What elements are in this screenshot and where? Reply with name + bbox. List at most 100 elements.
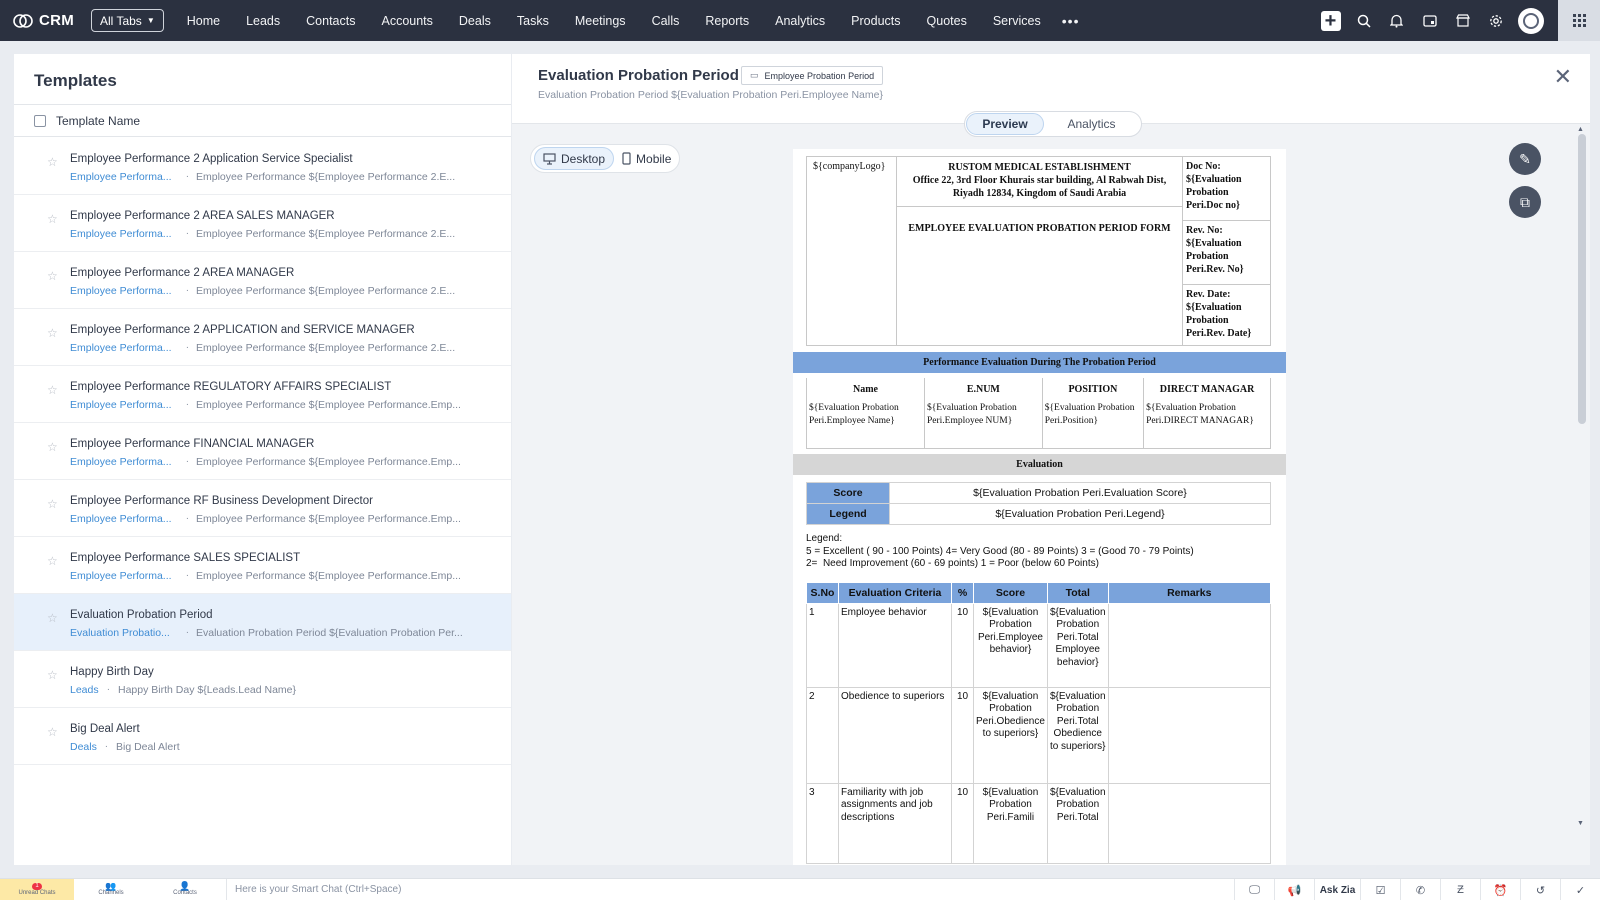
all-tabs-button[interactable]: All Tabs ▼	[91, 9, 164, 32]
calendar-button[interactable]	[1413, 0, 1446, 41]
star-icon[interactable]: ☆	[47, 326, 58, 340]
scrollbar-thumb[interactable]	[1578, 134, 1586, 424]
screen-share-button[interactable]: 🖵	[1234, 879, 1274, 900]
template-name[interactable]: Happy Birth Day	[70, 666, 154, 678]
template-document: ${companyLogo} RUSTOM MEDICAL ESTABLISHM…	[793, 149, 1286, 865]
edit-template-button[interactable]: ✎	[1509, 143, 1541, 175]
history-icon: ↺	[1535, 884, 1546, 897]
template-name[interactable]: Employee Performance 2 APPLICATION and S…	[70, 324, 415, 336]
template-name[interactable]: Employee Performance SALES SPECIALIST	[70, 552, 300, 564]
company-address: Office 22, 3rd Floor Khurais star buildi…	[912, 175, 1167, 199]
nav-quotes[interactable]: Quotes	[914, 14, 980, 28]
phone-icon: ✆	[1415, 884, 1426, 897]
star-icon[interactable]: ☆	[47, 497, 58, 511]
settings-button[interactable]	[1479, 0, 1512, 41]
status-button[interactable]: ✓	[1560, 879, 1600, 900]
mobile-label: Mobile	[636, 151, 672, 166]
template-row[interactable]: ☆ Big Deal Alert Deals . Big Deal Alert	[14, 708, 511, 765]
template-row-selected[interactable]: ☆ Evaluation Probation Period Evaluation…	[14, 594, 511, 651]
app-launcher-button[interactable]	[1558, 0, 1600, 41]
rev-no: Rev. No: ${Evaluation Probation Peri.Rev…	[1183, 221, 1270, 285]
mobile-view-button[interactable]: Mobile	[622, 147, 671, 170]
history-button[interactable]: ↺	[1520, 879, 1560, 900]
template-row[interactable]: ☆ Happy Birth Day Leads . Happy Birth Da…	[14, 651, 511, 708]
template-row[interactable]: ☆ Employee Performance 2 Application Ser…	[14, 138, 511, 195]
marketplace-button[interactable]	[1446, 0, 1479, 41]
nav-products[interactable]: Products	[838, 14, 913, 28]
status-icon: ✓	[1575, 884, 1586, 897]
nav-reports[interactable]: Reports	[692, 14, 762, 28]
ask-zia-button[interactable]: Ask Zia	[1314, 879, 1360, 900]
star-icon[interactable]: ☆	[47, 554, 58, 568]
row-percent: 10	[951, 687, 974, 784]
nav-home[interactable]: Home	[174, 14, 233, 28]
contacts-button[interactable]: 👤 Contacts	[148, 879, 222, 900]
close-icon[interactable]: ✕	[1554, 66, 1572, 88]
template-row[interactable]: ☆ Employee Performance 2 APPLICATION and…	[14, 309, 511, 366]
scroll-down-icon[interactable]: ▼	[1577, 820, 1584, 827]
call-button[interactable]: ✆	[1400, 879, 1440, 900]
table-row: 3 Familiarity with job assignments and j…	[806, 783, 1272, 864]
nav-analytics[interactable]: Analytics	[762, 14, 838, 28]
template-name[interactable]: Employee Performance 2 AREA MANAGER	[70, 267, 294, 279]
create-button[interactable]: +	[1314, 0, 1347, 41]
channels-button[interactable]: 👥 Channels	[74, 879, 148, 900]
nav-accounts[interactable]: Accounts	[368, 14, 445, 28]
star-icon[interactable]: ☆	[47, 269, 58, 283]
template-name-column[interactable]: Template Name	[56, 114, 140, 128]
template-row[interactable]: ☆ Employee Performance REGULATORY AFFAIR…	[14, 366, 511, 423]
notifications-button[interactable]	[1380, 0, 1413, 41]
star-icon[interactable]: ☆	[47, 440, 58, 454]
clone-template-button[interactable]: ⧉	[1509, 186, 1541, 218]
template-name[interactable]: Evaluation Probation Period	[70, 609, 213, 621]
screen-icon: 🖵	[1249, 883, 1260, 896]
template-row[interactable]: ☆ Employee Performance 2 AREA SALES MANA…	[14, 195, 511, 252]
search-button[interactable]	[1347, 0, 1380, 41]
select-all-checkbox[interactable]	[34, 114, 46, 127]
star-icon[interactable]: ☆	[47, 383, 58, 397]
template-name[interactable]: Employee Performance 2 AREA SALES MANAGE…	[70, 210, 335, 222]
nav-contacts[interactable]: Contacts	[293, 14, 368, 28]
desktop-view-button[interactable]: Desktop	[534, 147, 615, 170]
nav-leads[interactable]: Leads	[233, 14, 293, 28]
activity-button[interactable]: ☑	[1360, 879, 1400, 900]
template-name[interactable]: Employee Performance FINANCIAL MANAGER	[70, 438, 314, 450]
template-subject: Employee Performance ${Employee Performa…	[196, 342, 456, 354]
tab-analytics[interactable]: Analytics	[1044, 113, 1139, 135]
smart-chat-input[interactable]: Here is your Smart Chat (Ctrl+Space)	[226, 878, 401, 900]
nav-services[interactable]: Services	[980, 14, 1054, 28]
user-avatar[interactable]	[1518, 7, 1544, 34]
scroll-up-icon[interactable]: ▲	[1577, 126, 1584, 133]
announcement-button[interactable]: 📢	[1274, 879, 1314, 900]
more-menu-icon[interactable]: •••	[1054, 13, 1088, 29]
nav-deals[interactable]: Deals	[446, 14, 504, 28]
star-icon[interactable]: ☆	[47, 212, 58, 226]
template-name[interactable]: Big Deal Alert	[70, 723, 140, 735]
star-icon[interactable]: ☆	[47, 725, 58, 739]
template-row[interactable]: ☆ Employee Performance SALES SPECIALIST …	[14, 537, 511, 594]
template-name[interactable]: Employee Performance REGULATORY AFFAIRS …	[70, 381, 391, 393]
star-icon[interactable]: ☆	[47, 611, 58, 625]
zia-button[interactable]: Ƶ	[1440, 879, 1480, 900]
template-row[interactable]: ☆ Employee Performance FINANCIAL MANAGER…	[14, 423, 511, 480]
template-row[interactable]: ☆ Employee Performance RF Business Devel…	[14, 480, 511, 537]
unread-chats-button[interactable]: 1 Unread Chats	[0, 878, 74, 900]
channels-label: Channels	[98, 889, 124, 896]
section-heading-evaluation: Evaluation	[793, 454, 1286, 475]
star-icon[interactable]: ☆	[47, 668, 58, 682]
reminders-button[interactable]: ⏰	[1480, 879, 1520, 900]
nav-calls[interactable]: Calls	[639, 14, 693, 28]
legend-value: ${Evaluation Probation Peri.Legend}	[889, 503, 1271, 525]
row-percent: 10	[951, 783, 974, 864]
nav-meetings[interactable]: Meetings	[562, 14, 639, 28]
nav-tasks[interactable]: Tasks	[504, 14, 562, 28]
star-icon[interactable]: ☆	[47, 155, 58, 169]
plus-icon: +	[1320, 10, 1341, 31]
crm-logo[interactable]: CRM	[13, 12, 75, 29]
template-name[interactable]: Employee Performance RF Business Develop…	[70, 495, 373, 507]
row-sno: 2	[806, 687, 839, 784]
template-name[interactable]: Employee Performance 2 Application Servi…	[70, 153, 353, 165]
folder-badge[interactable]: ▭ Employee Probation Period	[741, 66, 884, 85]
template-row[interactable]: ☆ Employee Performance 2 AREA MANAGER Em…	[14, 252, 511, 309]
tab-preview[interactable]: Preview	[966, 113, 1044, 135]
